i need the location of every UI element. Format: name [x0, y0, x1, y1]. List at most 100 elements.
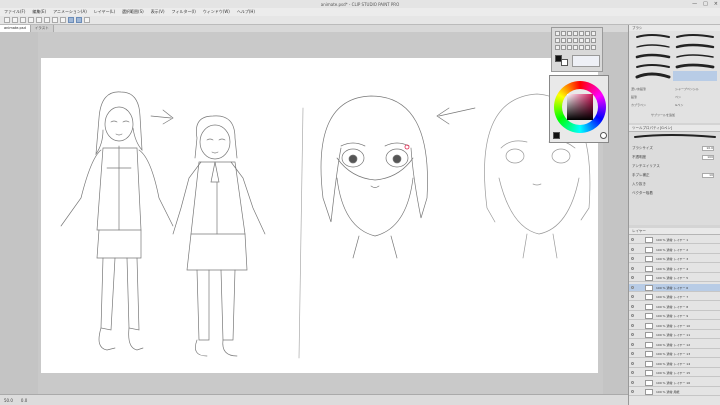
snap-ruler-icon[interactable]: [68, 17, 74, 23]
move-tool-icon[interactable]: [561, 31, 566, 36]
property-antialias[interactable]: アンチエイリアス: [632, 163, 718, 170]
airbrush-tool-icon[interactable]: [573, 38, 578, 43]
property-value[interactable]: 10.0: [702, 146, 714, 151]
open-file-icon[interactable]: [12, 17, 18, 23]
layer-row[interactable]: 100 % 通常 レイヤー 1: [629, 236, 720, 244]
eyedropper-icon[interactable]: [591, 31, 596, 36]
menu-window[interactable]: ウィンドウ(W): [203, 9, 230, 15]
maximize-button[interactable]: □: [703, 0, 708, 8]
wheel-main-color[interactable]: [553, 132, 560, 139]
eye-icon[interactable]: [631, 266, 634, 270]
property-brush-size[interactable]: ブラシサイズ 10.0: [632, 145, 718, 152]
layer-row[interactable]: 100 % 通常 レイヤー 7: [629, 293, 720, 301]
layer-row[interactable]: 100 % 通常 レイヤー 12: [629, 341, 720, 349]
property-opacity[interactable]: 不透明度 100: [632, 154, 718, 161]
gradient-tool-icon[interactable]: [561, 45, 566, 50]
eye-icon[interactable]: [631, 352, 634, 355]
menu-animation[interactable]: アニメーション(A): [53, 9, 87, 15]
eye-icon[interactable]: [631, 247, 634, 251]
eye-icon[interactable]: [631, 238, 634, 241]
brush-item-5[interactable]: Gペン: [675, 103, 683, 107]
property-vector-snap[interactable]: ベクター吸着: [632, 190, 718, 197]
operation-tool-icon[interactable]: [567, 31, 572, 36]
property-value[interactable]: 10: [702, 173, 714, 178]
eye-icon[interactable]: [631, 314, 634, 317]
close-button[interactable]: ×: [714, 0, 718, 8]
ruler-tool-icon[interactable]: [579, 45, 584, 50]
brush-item-2[interactable]: 鉛筆: [631, 95, 637, 99]
balloon-tool-icon[interactable]: [591, 45, 596, 50]
layer-row[interactable]: 100 % 通常 用紙: [629, 388, 720, 396]
property-value[interactable]: 100: [702, 155, 714, 160]
eye-icon[interactable]: [631, 371, 634, 374]
eraser-tool-icon[interactable]: [585, 38, 590, 43]
eye-icon[interactable]: [631, 333, 634, 336]
snap-grid-icon[interactable]: [84, 17, 90, 23]
layer-row[interactable]: 100 % 通常 レイヤー 16: [629, 379, 720, 387]
add-subtool-link[interactable]: サブツールを追加: [651, 113, 675, 117]
layer-row[interactable]: 100 % 通常 レイヤー 9: [629, 312, 720, 320]
blend-tool-icon[interactable]: [591, 38, 596, 43]
layer-row[interactable]: 100 % 通常 レイヤー 6: [629, 283, 720, 292]
layer-row[interactable]: 100 % 通常 レイヤー 4: [629, 265, 720, 273]
auto-select-icon[interactable]: [585, 31, 590, 36]
zoom-tool-icon[interactable]: [555, 31, 560, 36]
eye-icon[interactable]: [631, 285, 634, 289]
menu-edit[interactable]: 編集(E): [32, 9, 46, 15]
clear-icon[interactable]: [44, 17, 50, 23]
tab-animate[interactable]: animate.psd: [0, 25, 31, 32]
zoom-level[interactable]: 50.0: [4, 398, 13, 403]
save-icon[interactable]: [20, 17, 26, 23]
brush-item-0[interactable]: 濃いめ鉛筆: [631, 87, 646, 91]
sub-color-swatch[interactable]: [561, 59, 568, 66]
brush-tool-icon[interactable]: [567, 38, 572, 43]
tab-illust[interactable]: イラスト: [30, 25, 54, 32]
decoration-tool-icon[interactable]: [579, 38, 584, 43]
wheel-sub-color[interactable]: [600, 132, 607, 139]
layer-row[interactable]: 100 % 通常 レイヤー 8: [629, 303, 720, 311]
undo-icon[interactable]: [28, 17, 34, 23]
eye-icon[interactable]: [631, 380, 634, 384]
eye-icon[interactable]: [631, 276, 634, 279]
eye-icon[interactable]: [631, 323, 634, 327]
rotation-angle[interactable]: 0.0: [21, 398, 27, 403]
layer-row[interactable]: 100 % 通常 レイヤー 14: [629, 360, 720, 368]
new-file-icon[interactable]: [4, 17, 10, 23]
layer-row[interactable]: 100 % 通常 レイヤー 13: [629, 350, 720, 358]
menu-help[interactable]: ヘルプ(H): [237, 9, 255, 15]
menu-file[interactable]: ファイル(F): [4, 9, 25, 15]
pencil-tool-icon[interactable]: [561, 38, 566, 43]
deselect-icon[interactable]: [60, 17, 66, 23]
drawing-canvas[interactable]: [41, 58, 598, 373]
menu-selection[interactable]: 選択範囲(S): [122, 9, 144, 15]
layer-row[interactable]: 100 % 通常 レイヤー 5: [629, 274, 720, 282]
color-wheel[interactable]: [554, 81, 606, 133]
eye-icon[interactable]: [631, 361, 634, 365]
minimize-button[interactable]: —: [692, 0, 697, 8]
layer-row[interactable]: 100 % 通常 レイヤー 11: [629, 331, 720, 339]
layer-row[interactable]: 100 % 通常 レイヤー 2: [629, 246, 720, 254]
selection-tool-icon[interactable]: [579, 31, 584, 36]
menu-layer[interactable]: レイヤー(L): [94, 9, 115, 15]
redo-icon[interactable]: [36, 17, 42, 23]
frame-tool-icon[interactable]: [573, 45, 578, 50]
figure-tool-icon[interactable]: [567, 45, 572, 50]
eye-icon[interactable]: [631, 304, 634, 308]
layer-row[interactable]: 100 % 通常 レイヤー 3: [629, 255, 720, 263]
text-tool-icon[interactable]: [585, 45, 590, 50]
property-taper[interactable]: 入り抜き: [632, 181, 718, 188]
transform-icon[interactable]: [52, 17, 58, 23]
eye-icon[interactable]: [631, 257, 634, 260]
layer-row[interactable]: 100 % 通常 レイヤー 15: [629, 369, 720, 377]
snap-special-ruler-icon[interactable]: [76, 17, 82, 23]
property-stabilization[interactable]: 手ブレ補正 10: [632, 172, 718, 179]
layer-row[interactable]: 100 % 通常 レイヤー 10: [629, 322, 720, 330]
eye-icon[interactable]: [631, 295, 634, 298]
eye-icon[interactable]: [631, 342, 634, 346]
fill-tool-icon[interactable]: [555, 45, 560, 50]
menu-view[interactable]: 表示(V): [151, 9, 165, 15]
brush-item-4[interactable]: カブラペン: [631, 103, 646, 107]
transparent-color-swatch[interactable]: [572, 55, 600, 67]
saturation-value-square[interactable]: [567, 94, 593, 120]
brush-item-3[interactable]: ペン: [675, 95, 681, 99]
